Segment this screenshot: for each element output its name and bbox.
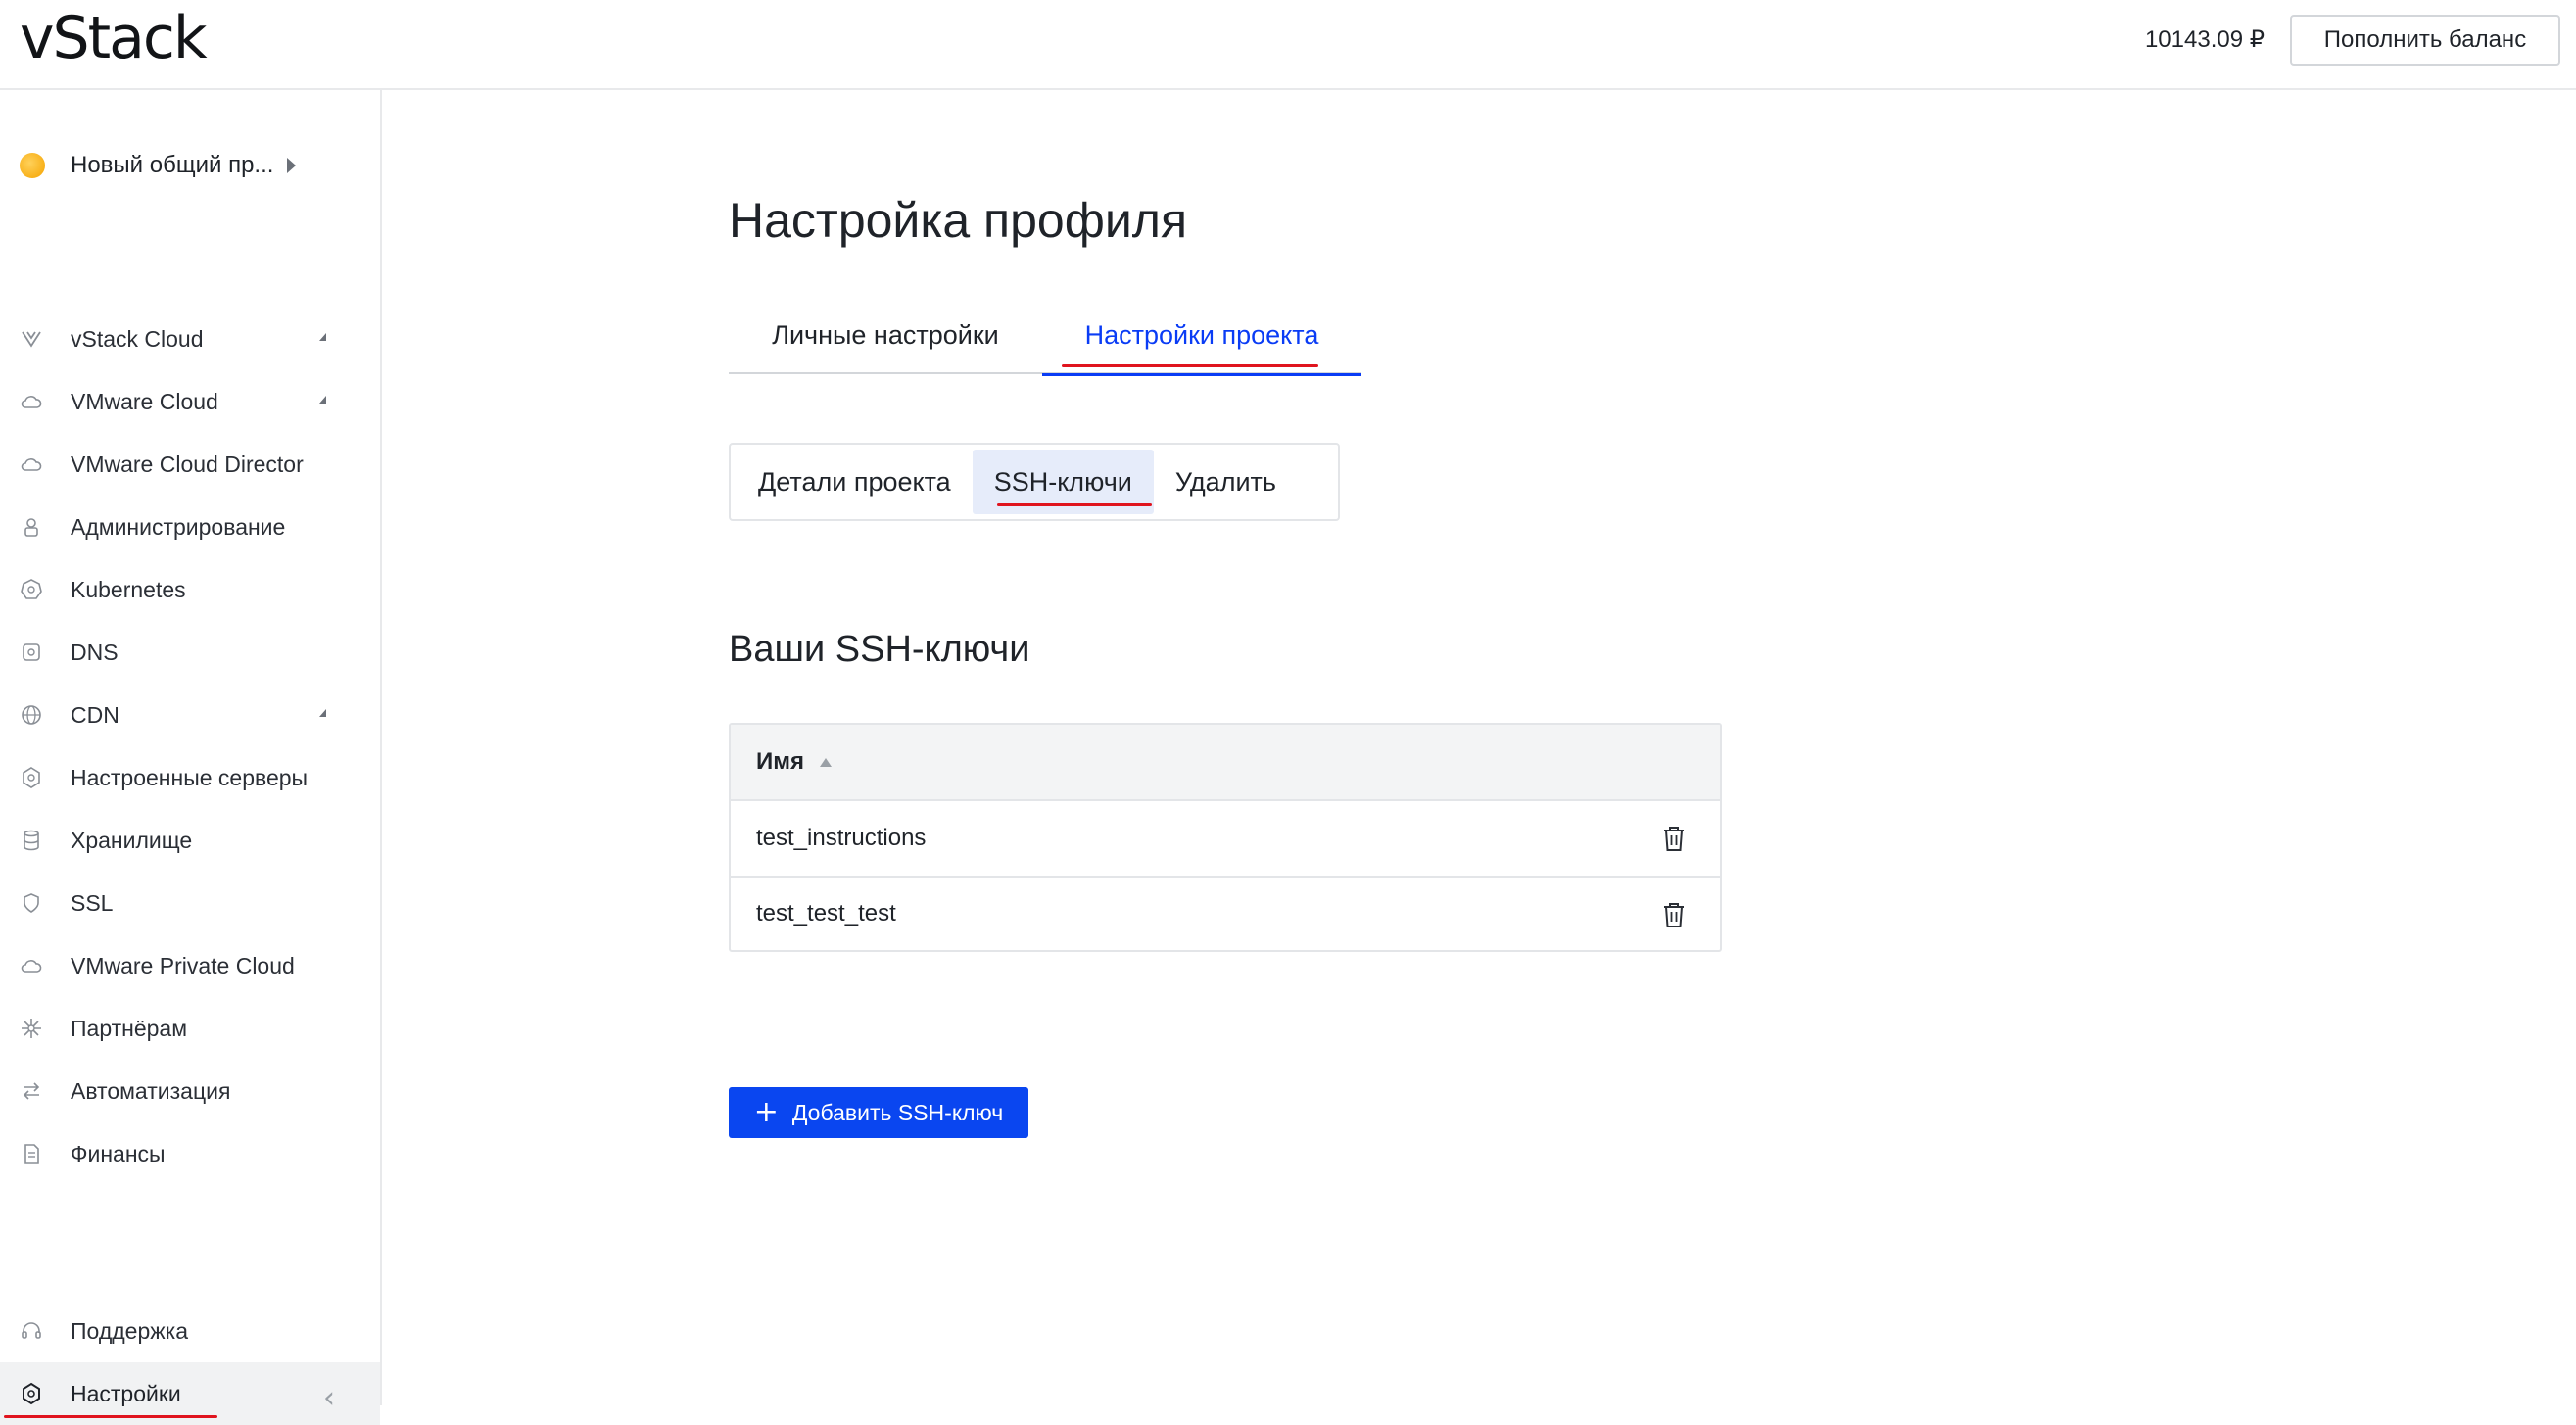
sidebar-item-storage[interactable]: Хранилище (0, 809, 380, 872)
headset-icon (20, 1319, 43, 1343)
sidebar-item-label: Партнёрам (71, 1015, 188, 1041)
section-title: Ваши SSH-ключи (729, 629, 1030, 670)
cloud-icon (20, 452, 43, 476)
project-subtabs: Детали проекта SSH-ключи Удалить (729, 443, 1340, 521)
shield-icon (20, 891, 43, 915)
sidebar-item-label: SSL (71, 889, 114, 916)
top-header: vStack 10143.09 ₽ Пополнить баланс (0, 0, 2576, 90)
annotation-underline (4, 1415, 217, 1418)
ssh-key-name: test_instructions (756, 825, 927, 851)
tab-personal-settings[interactable]: Личные настройки (729, 296, 1042, 374)
sidebar-item-vmware-cloud[interactable]: VMware Cloud (0, 370, 380, 433)
sidebar-item-administration[interactable]: Администрирование (0, 496, 380, 558)
sidebar-item-cdn[interactable]: CDN (0, 684, 380, 746)
sidebar-item-ssl[interactable]: SSL (0, 872, 380, 934)
sidebar-item-configured-servers[interactable]: Настроенные серверы (0, 746, 380, 809)
add-ssh-key-label: Добавить SSH-ключ (791, 1099, 1004, 1125)
document-icon (20, 1142, 43, 1165)
sidebar-item-label: VMware Private Cloud (71, 952, 295, 978)
gear-icon (20, 1382, 43, 1405)
sidebar-item-label: Администрирование (71, 513, 286, 540)
sidebar-item-dns[interactable]: DNS (0, 621, 380, 684)
kubernetes-icon (20, 578, 43, 601)
sidebar-item-label: Автоматизация (71, 1077, 231, 1104)
sidebar: Новый общий пр... vStack Cloud VMware Cl… (0, 90, 382, 1425)
sidebar-item-label: Настроенные серверы (71, 764, 309, 790)
sidebar-item-label: Поддержка (71, 1317, 188, 1344)
caret-expand-icon[interactable] (319, 333, 326, 341)
user-lock-icon (20, 515, 43, 539)
sidebar-item-vmware-private-cloud[interactable]: VMware Private Cloud (0, 934, 380, 997)
column-header-name[interactable]: Имя (756, 748, 804, 776)
sidebar-item-label: Финансы (71, 1140, 166, 1166)
sidebar-item-label: DNS (71, 639, 119, 665)
page-title: Настройка профиля (729, 193, 1188, 248)
sidebar-item-label: Kubernetes (71, 576, 186, 602)
sidebar-item-finance[interactable]: Финансы (0, 1122, 380, 1185)
table-row: test_instructions (731, 801, 1720, 876)
trash-icon[interactable] (1661, 825, 1687, 852)
sidebar-item-label: Настройки (71, 1380, 181, 1406)
annotation-underline (997, 503, 1152, 506)
caret-expand-icon[interactable] (319, 396, 326, 404)
table-row: test_test_test (731, 876, 1720, 950)
database-icon (20, 829, 43, 852)
sidebar-item-vmware-cloud-director[interactable]: VMware Cloud Director (0, 433, 380, 496)
sidebar-item-label: vStack Cloud (71, 325, 204, 352)
caret-expand-icon[interactable] (319, 709, 326, 717)
server-settings-icon (20, 766, 43, 789)
plus-icon: + (753, 1095, 779, 1129)
sidebar-item-label: VMware Cloud Director (71, 451, 304, 477)
sort-ascending-icon[interactable] (820, 757, 833, 767)
sidebar-item-partners[interactable]: Партнёрам (0, 997, 380, 1060)
tab-project-settings[interactable]: Настройки проекта (1042, 296, 1361, 376)
collapse-sidebar-icon[interactable]: ‹ (323, 1381, 335, 1415)
project-avatar-icon (20, 153, 45, 178)
subtab-delete[interactable]: Удалить (1154, 450, 1298, 514)
sidebar-item-label: VMware Cloud (71, 388, 218, 414)
dns-icon (20, 641, 43, 664)
vstack-logo[interactable]: vStack (20, 4, 208, 72)
arrows-icon (20, 1079, 43, 1103)
main-content: Настройка профиля Личные настройки Настр… (384, 90, 2576, 1405)
sidebar-item-label: CDN (71, 701, 119, 728)
balance-amount: 10143.09 ₽ (2144, 26, 2265, 53)
profile-tabs: Личные настройки Настройки проекта (729, 296, 1361, 376)
ssh-key-name: test_test_test (756, 900, 896, 926)
project-selector[interactable]: Новый общий пр... (20, 141, 353, 190)
cloud-icon (20, 390, 43, 413)
table-header: Имя (731, 725, 1720, 801)
add-ssh-key-button[interactable]: + Добавить SSH-ключ (729, 1087, 1028, 1138)
partners-icon (20, 1017, 43, 1040)
sidebar-item-automation[interactable]: Автоматизация (0, 1060, 380, 1122)
annotation-underline (1062, 364, 1318, 367)
ssh-keys-table: Имя test_instructions test_test_test (729, 723, 1722, 952)
vstack-logo-icon (20, 327, 43, 351)
topup-balance-button[interactable]: Пополнить баланс (2290, 15, 2560, 66)
sidebar-item-support[interactable]: Поддержка (0, 1300, 380, 1362)
sidebar-item-kubernetes[interactable]: Kubernetes (0, 558, 380, 621)
subtab-project-details[interactable]: Детали проекта (737, 450, 973, 514)
trash-icon[interactable] (1661, 901, 1687, 928)
project-name: Новый общий пр... (71, 152, 274, 178)
caret-right-icon (287, 158, 297, 173)
globe-icon (20, 703, 43, 727)
cloud-icon (20, 954, 43, 977)
sidebar-item-label: Хранилище (71, 827, 193, 853)
sidebar-item-vstack-cloud[interactable]: vStack Cloud (0, 308, 380, 370)
